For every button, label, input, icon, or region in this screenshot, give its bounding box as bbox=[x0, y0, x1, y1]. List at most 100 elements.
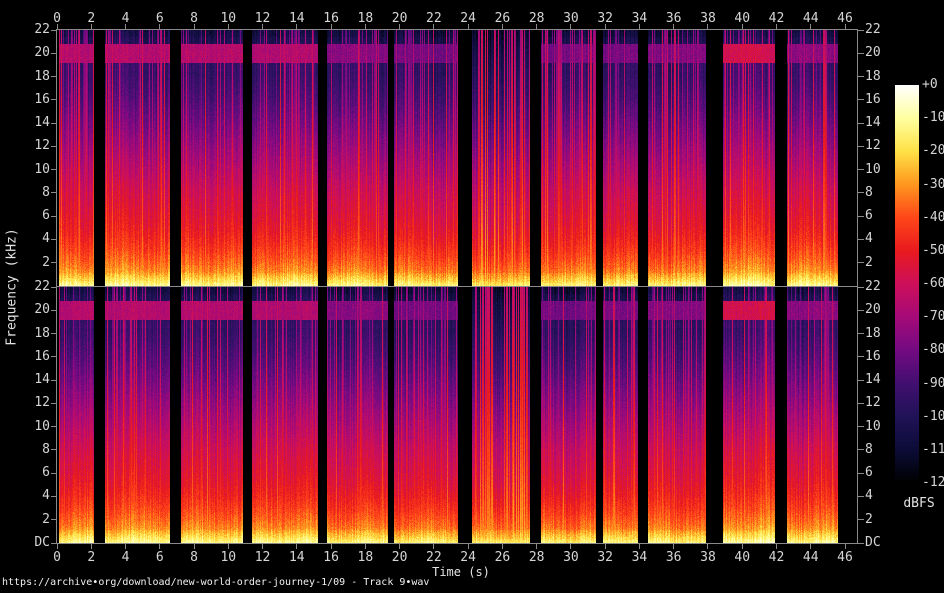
time-tick bbox=[775, 544, 777, 549]
freq-tick bbox=[858, 52, 864, 54]
freq-tick bbox=[51, 542, 57, 544]
colorbar-tick-label: -70 bbox=[922, 309, 944, 325]
freq-tick-label: 16 bbox=[34, 348, 50, 364]
freq-tick-label: 2 bbox=[42, 511, 50, 527]
freq-tick bbox=[51, 333, 57, 335]
freq-tick bbox=[51, 99, 57, 101]
freq-tick bbox=[858, 449, 864, 451]
freq-tick-label: 6 bbox=[42, 208, 50, 224]
freq-tick bbox=[858, 495, 864, 497]
freq-tick bbox=[51, 309, 57, 311]
time-tick-label: 46 bbox=[837, 11, 853, 26]
freq-tick bbox=[858, 309, 864, 311]
freq-tick bbox=[858, 542, 864, 544]
freq-tick bbox=[858, 29, 864, 31]
freq-tick-label: 14 bbox=[34, 115, 50, 131]
spectrogram-channel-left bbox=[57, 30, 857, 286]
colorbar-tick-label: -50 bbox=[922, 242, 944, 258]
freq-tick-label: 12 bbox=[34, 395, 50, 411]
freq-tick bbox=[51, 215, 57, 217]
time-tick bbox=[638, 544, 640, 549]
colorbar-tick-label: -40 bbox=[922, 209, 944, 225]
freq-tick-label: 12 bbox=[34, 138, 50, 154]
freq-tick bbox=[51, 472, 57, 474]
time-tick bbox=[159, 544, 161, 549]
time-tick bbox=[296, 544, 298, 549]
time-tick-label: 46 bbox=[837, 550, 853, 565]
freq-tick-label: 8 bbox=[42, 441, 50, 457]
source-url: https://archive•org/download/new-world-o… bbox=[2, 577, 430, 588]
freq-tick-label: 8 bbox=[42, 184, 50, 200]
freq-tick-label: DC bbox=[34, 535, 50, 550]
time-tick bbox=[125, 544, 127, 549]
freq-tick bbox=[51, 192, 57, 194]
freq-tick bbox=[51, 262, 57, 264]
freq-tick bbox=[51, 238, 57, 240]
freq-tick bbox=[858, 333, 864, 335]
colorbar-tick-label: -120 bbox=[922, 475, 944, 490]
freq-tick bbox=[51, 169, 57, 171]
time-tick bbox=[193, 544, 195, 549]
freq-tick-label: 18 bbox=[865, 68, 881, 84]
freq-tick bbox=[51, 29, 57, 31]
freq-tick bbox=[858, 472, 864, 474]
colorbar bbox=[895, 85, 919, 483]
time-tick bbox=[364, 544, 366, 549]
freq-tick-label: 10 bbox=[34, 418, 50, 434]
time-tick bbox=[570, 544, 572, 549]
freq-tick-label: 18 bbox=[34, 68, 50, 84]
freq-tick bbox=[858, 519, 864, 521]
freq-tick-label: 20 bbox=[34, 45, 50, 61]
freq-tick-label: 2 bbox=[865, 511, 873, 527]
time-tick bbox=[330, 544, 332, 549]
freq-tick bbox=[51, 379, 57, 381]
time-tick bbox=[707, 544, 709, 549]
time-tick bbox=[227, 544, 229, 549]
freq-tick bbox=[858, 169, 864, 171]
freq-tick bbox=[51, 122, 57, 124]
time-tick bbox=[604, 544, 606, 549]
time-tick bbox=[90, 544, 92, 549]
freq-tick-label: 6 bbox=[42, 465, 50, 481]
freq-tick bbox=[51, 519, 57, 521]
time-tick bbox=[741, 544, 743, 549]
freq-tick-label: 22 bbox=[34, 22, 50, 37]
colorbar-tick-label: -20 bbox=[922, 143, 944, 159]
time-tick bbox=[262, 544, 264, 549]
freq-tick bbox=[51, 495, 57, 497]
freq-tick bbox=[51, 426, 57, 428]
freq-tick bbox=[858, 192, 864, 194]
channel-separator-line bbox=[56, 286, 858, 287]
time-tick bbox=[844, 544, 846, 549]
freq-tick bbox=[858, 215, 864, 217]
colorbar-tick-label: -60 bbox=[922, 276, 944, 291]
colorbar-tick-label: -10 bbox=[922, 110, 944, 126]
time-tick bbox=[810, 544, 812, 549]
colorbar-tick-label: -80 bbox=[922, 342, 944, 358]
freq-tick-label: 22 bbox=[865, 22, 881, 37]
freq-tick bbox=[51, 286, 57, 288]
freq-tick bbox=[858, 426, 864, 428]
spectrogram-figure: 0 0 2 2 4 4 6 6 8 8 10 10 12 12 14 14 16 16 18 18 20 20 22 22 24… bbox=[0, 0, 944, 593]
freq-tick-label: 14 bbox=[34, 372, 50, 388]
freq-tick bbox=[858, 238, 864, 240]
freq-tick bbox=[858, 76, 864, 78]
freq-tick bbox=[51, 402, 57, 404]
time-tick bbox=[433, 544, 435, 549]
freq-tick-label: 20 bbox=[865, 45, 881, 61]
colorbar-tick-label: -110 bbox=[922, 441, 944, 457]
colorbar-tick-label: -90 bbox=[922, 375, 944, 391]
colorbar-tick-label: -30 bbox=[922, 176, 944, 192]
freq-tick bbox=[858, 99, 864, 101]
freq-tick bbox=[858, 379, 864, 381]
freq-tick bbox=[51, 449, 57, 451]
freq-tick bbox=[51, 76, 57, 78]
freq-tick bbox=[858, 262, 864, 264]
time-tick bbox=[399, 544, 401, 549]
freq-tick bbox=[858, 145, 864, 147]
freq-tick bbox=[858, 122, 864, 124]
freq-tick bbox=[858, 286, 864, 288]
freq-tick bbox=[858, 356, 864, 358]
freq-tick bbox=[858, 402, 864, 404]
colorbar-tick-label: +0 bbox=[922, 77, 938, 92]
